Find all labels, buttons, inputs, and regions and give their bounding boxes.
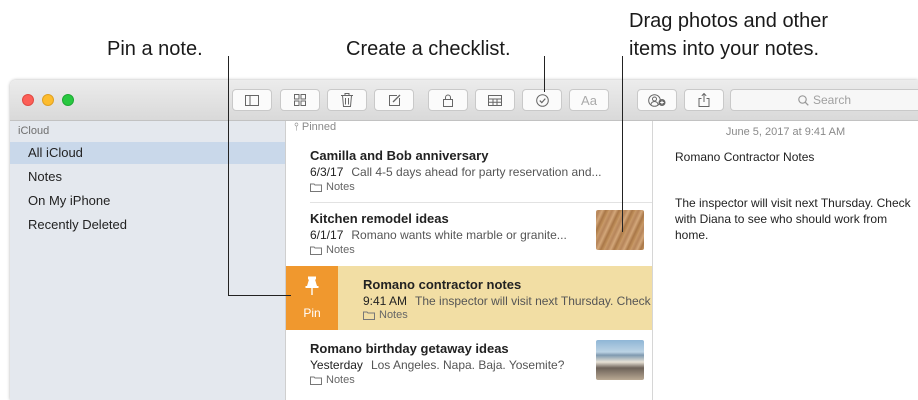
search-input[interactable]: Search [730,89,918,111]
zoom-window-button[interactable] [62,94,74,106]
share-icon [698,93,710,107]
format-icon: Aa [581,92,597,108]
close-window-button[interactable] [22,94,34,106]
note-folder: Notes [310,244,355,256]
note-title: Romano contractor notes [363,277,522,292]
toggle-sidebar-button[interactable] [232,89,272,111]
checklist-button[interactable] [522,89,562,111]
note-date: 9:41 AM [363,294,408,308]
note-meta: 9:41 AM The inspector will visit next Thu… [363,294,651,308]
sidebar-item-notes[interactable]: Notes [10,166,285,188]
callout-drag-line1: Drag photos and other [629,10,829,32]
note-meta: Yesterday Los Angeles. Napa. Baja. Yosemi… [310,358,564,372]
note-folder: Notes [363,309,408,321]
trash-icon [341,93,353,107]
search-icon [798,94,809,106]
leader-line-pin [228,56,229,296]
note-thumbnail-beach-rocks [596,340,644,380]
add-people-icon [648,93,666,107]
pin-icon: ⫯ [294,121,299,133]
pin-action-label: Pin [303,306,321,320]
folder-icon [310,376,322,385]
note-snippet: The inspector will visit next Thursday. … [415,294,651,308]
search-placeholder: Search [812,93,852,107]
callout-drag-line2: items into your notes. [629,38,820,60]
leader-line-drag [622,56,623,232]
note-meta: 6/1/17 Romano wants white marble or grani… [310,228,567,242]
title-bar: Aa Search [10,80,918,121]
note-list-item[interactable]: Camilla and Bob anniversary 6/3/17 Call 4… [286,141,652,203]
table-icon [488,94,502,106]
sidebar-icon [245,94,259,106]
note-folder: Notes [310,181,355,193]
note-thumbnail-wood-floor [596,210,644,250]
leader-line-checklist [544,56,545,92]
notes-window: Aa Search iCloud All iCloud Notes On My … [10,80,918,400]
gallery-icon [294,94,306,106]
note-title: Kitchen remodel ideas [310,211,449,226]
checklist-icon [535,93,549,107]
note-date: Yesterday [310,358,363,372]
note-snippet: Call 4-5 days ahead for party reservatio… [351,165,602,179]
note-meta: 6/3/17 Call 4-5 days ahead for party rese… [310,165,602,179]
compose-icon [388,94,400,106]
pin-icon [305,276,319,295]
note-timestamp: June 5, 2017 at 9:41 AM [725,126,846,138]
lock-note-button[interactable] [428,89,468,111]
gallery-view-button[interactable] [280,89,320,111]
minimize-window-button[interactable] [42,94,54,106]
note-title: Camilla and Bob anniversary [310,148,489,163]
sidebar: iCloud All iCloud Notes On My iPhone Rec… [10,121,286,400]
callout-checklist: Create a checklist. [346,38,511,60]
note-date: 6/3/17 [310,165,344,179]
folder-icon [363,311,375,320]
folder-icon [310,183,322,192]
pin-action-button[interactable]: Pin [286,266,338,330]
note-detail-title: Romano Contractor Notes [675,150,815,164]
sidebar-item-on-my-iphone[interactable]: On My iPhone [10,190,285,212]
note-detail-body: The inspector will visit next Thursday. … [675,196,911,242]
new-note-button[interactable] [374,89,414,111]
note-title: Romano birthday getaway ideas [310,341,509,356]
note-list-item-selected[interactable]: Pin Romano contractor notes 9:41 AM The i… [286,266,652,330]
sidebar-item-all-icloud[interactable]: All iCloud [10,142,285,164]
note-detail-pane[interactable]: June 5, 2017 at 9:41 AM Romano Contracto… [653,121,918,400]
note-folder: Notes [310,374,355,386]
note-snippet: Los Angeles. Napa. Baja. Yosemite? [370,358,565,372]
note-list-item[interactable]: Kitchen remodel ideas 6/1/17 Romano wants… [286,203,652,266]
add-people-button[interactable] [637,89,677,111]
sidebar-item-recently-deleted[interactable]: Recently Deleted [10,214,285,236]
sidebar-section-header: iCloud [18,125,50,137]
delete-button[interactable] [327,89,367,111]
callout-pin: Pin a note. [107,38,203,60]
insert-table-button[interactable] [475,89,515,111]
lock-icon [443,94,453,107]
note-list-item[interactable]: Romano birthday getaway ideas Yesterday L… [286,330,652,400]
leader-line-pin [228,295,291,296]
pinned-section-header: ⫯ Pinned [294,121,337,133]
format-button[interactable]: Aa [569,89,609,111]
note-snippet: Romano wants white marble or granite... [351,228,567,242]
notes-list: ⫯ Pinned Camilla and Bob anniversary 6/3… [286,121,653,400]
note-date: 6/1/17 [310,228,344,242]
folder-icon [310,246,322,255]
share-button[interactable] [684,89,724,111]
